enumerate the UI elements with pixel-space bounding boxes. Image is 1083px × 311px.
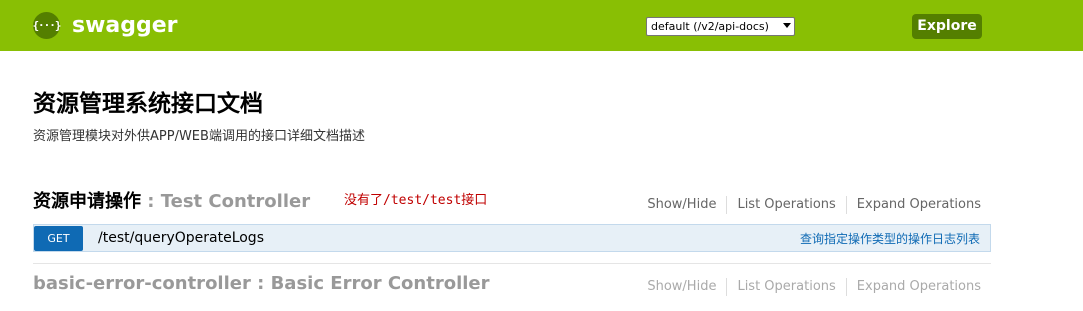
endpoint-row[interactable]: GET /test/queryOperateLogs 查询指定操作类型的操作日志…: [33, 224, 991, 252]
resource-ops-basic-error-controller: Show/Hide List Operations Expand Operati…: [647, 278, 981, 296]
resource-ops-test-controller: Show/Hide List Operations Expand Operati…: [647, 196, 981, 214]
expand-operations-link[interactable]: Expand Operations: [857, 196, 981, 214]
list-operations-link[interactable]: List Operations: [737, 278, 835, 296]
resource-name-en: : Test Controller: [141, 191, 311, 212]
page-description: 资源管理模块对外供APP/WEB端调用的接口详细文档描述: [33, 129, 365, 144]
explore-button[interactable]: Explore: [912, 14, 982, 39]
http-method-badge[interactable]: GET: [34, 226, 83, 251]
api-docs-select[interactable]: default (/v2/api-docs): [646, 17, 795, 36]
show-hide-link[interactable]: Show/Hide: [647, 278, 716, 296]
swagger-logo-text[interactable]: swagger: [72, 11, 178, 41]
list-operations-link[interactable]: List Operations: [737, 196, 835, 214]
annotation-note-path: /test/test: [383, 193, 462, 208]
api-docs-select-value: default (/v2/api-docs): [651, 20, 769, 33]
ops-divider: [845, 196, 847, 214]
resource-name-en: basic-error-controller : Basic Error Con…: [33, 273, 490, 294]
endpoint-summary[interactable]: 查询指定操作类型的操作日志列表: [800, 231, 980, 247]
expand-operations-link[interactable]: Expand Operations: [857, 278, 981, 296]
show-hide-link[interactable]: Show/Hide: [647, 196, 716, 214]
section-divider: [33, 263, 991, 264]
endpoint-path[interactable]: /test/queryOperateLogs: [98, 229, 264, 248]
chevron-down-icon: [783, 23, 791, 28]
resource-heading-test-controller[interactable]: 资源申请操作 : Test Controller: [33, 189, 310, 215]
ops-divider: [845, 278, 847, 296]
page-title: 资源管理系统接口文档: [33, 91, 263, 117]
annotation-note-suffix: 接口: [461, 193, 488, 208]
resource-heading-basic-error-controller[interactable]: basic-error-controller : Basic Error Con…: [33, 271, 490, 297]
annotation-note: 没有了/test/test接口: [344, 192, 487, 210]
swagger-logo-icon[interactable]: {···}: [32, 12, 62, 39]
ops-divider: [726, 196, 728, 214]
ops-divider: [726, 278, 728, 296]
annotation-note-prefix: 没有了: [344, 193, 384, 208]
top-bar: {···} swagger default (/v2/api-docs) Exp…: [0, 0, 1083, 51]
resource-name-zh: 资源申请操作: [33, 191, 141, 212]
